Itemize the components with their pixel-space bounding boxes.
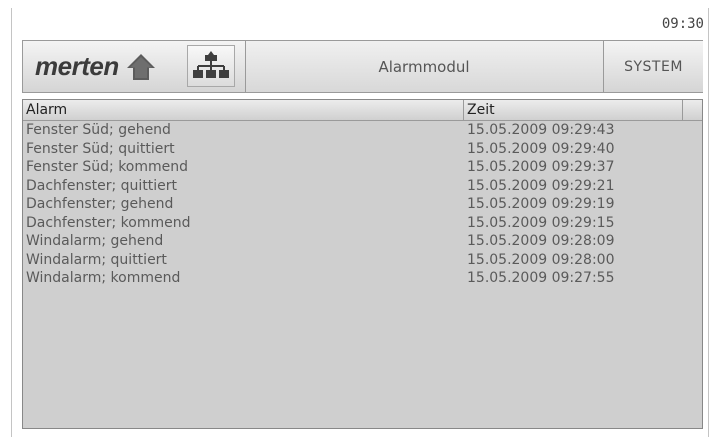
home-area: merten: [23, 41, 246, 92]
table-row[interactable]: Dachfenster; quittiert 15.05.2009 09:29:…: [23, 177, 702, 196]
alarm-cell: Windalarm; kommend: [26, 270, 181, 286]
hierarchy-icon: [192, 49, 230, 83]
alarm-cell: Windalarm; quittiert: [26, 251, 167, 268]
time-cell: 15.05.2009 09:29:40: [467, 140, 615, 157]
table-header: Alarm Zeit: [23, 100, 702, 121]
hierarchy-button[interactable]: [187, 45, 235, 87]
toolbar: merten Alarmmodul SYSTEM: [22, 40, 703, 93]
table-row[interactable]: Dachfenster; gehend 15.05.2009 09:29:19: [23, 195, 702, 214]
column-header-spacer: [683, 100, 702, 120]
table-row[interactable]: Windalarm; kommend 15.05.2009 09:27:55: [23, 269, 702, 288]
table-row[interactable]: Dachfenster; kommend 15.05.2009 09:29:15: [23, 214, 702, 233]
alarm-cell: Fenster Süd; kommend: [26, 159, 189, 175]
time-cell: 15.05.2009 09:27:55: [467, 270, 615, 286]
alarm-cell: Windalarm; gehend: [26, 233, 164, 249]
alarm-cell: Fenster Süd; gehend: [26, 122, 171, 138]
column-header-alarm[interactable]: Alarm: [23, 100, 464, 120]
system-button[interactable]: SYSTEM: [603, 41, 703, 92]
home-icon[interactable]: [125, 52, 157, 82]
table-row[interactable]: Fenster Süd; gehend 15.05.2009 09:29:43: [23, 121, 702, 140]
column-header-zeit[interactable]: Zeit: [464, 100, 683, 120]
time-cell: 15.05.2009 09:29:37: [467, 159, 615, 175]
clock: 09:30: [661, 16, 704, 32]
table-row[interactable]: Windalarm; gehend 15.05.2009 09:28:09: [23, 232, 702, 251]
table-body: Fenster Süd; gehend 15.05.2009 09:29:43 …: [23, 121, 702, 288]
alarm-cell: Dachfenster; gehend: [26, 196, 174, 212]
time-cell: 15.05.2009 09:29:43: [467, 122, 615, 138]
page-title: Alarmmodul: [378, 57, 470, 76]
time-cell: 15.05.2009 09:28:09: [467, 233, 615, 249]
time-cell: 15.05.2009 09:28:00: [467, 251, 615, 268]
alarm-cell: Dachfenster; quittiert: [26, 177, 178, 194]
table-row[interactable]: Fenster Süd; kommend 15.05.2009 09:29:37: [23, 158, 702, 177]
table-row[interactable]: Windalarm; quittiert 15.05.2009 09:28:00: [23, 251, 702, 270]
alarm-table: Alarm Zeit Fenster Süd; gehend 15.05.200…: [22, 99, 703, 429]
time-cell: 15.05.2009 09:29:21: [467, 177, 615, 194]
table-row[interactable]: Fenster Süd; quittiert 15.05.2009 09:29:…: [23, 140, 702, 159]
merten-logo: merten: [35, 51, 119, 81]
alarm-cell: Dachfenster; kommend: [26, 214, 191, 231]
time-cell: 15.05.2009 09:29:15: [467, 214, 615, 231]
time-cell: 15.05.2009 09:29:19: [467, 196, 615, 212]
alarm-cell: Fenster Süd; quittiert: [26, 140, 175, 157]
